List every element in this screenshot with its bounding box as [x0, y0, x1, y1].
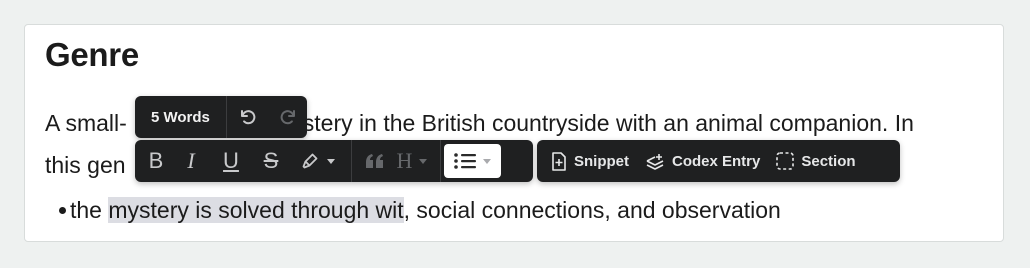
heading-button[interactable]: H: [390, 141, 434, 181]
list-item-rest: , social connections, and observation: [403, 197, 781, 223]
section-title: Genre: [45, 36, 139, 73]
bullet-list-button[interactable]: [444, 144, 501, 178]
toolbar-divider: [351, 140, 352, 182]
chevron-down-icon: [326, 158, 335, 164]
codex-entry-button[interactable]: Codex Entry: [637, 141, 768, 181]
highlighter-icon: [302, 153, 317, 169]
quote-icon: [366, 154, 383, 168]
toolbar-divider: [440, 140, 441, 182]
italic-button[interactable]: I: [171, 141, 211, 181]
word-count-toolbar: 5 Words: [135, 96, 307, 138]
insert-toolbar: Snippet Codex Entry Section: [537, 140, 900, 182]
strikethrough-button[interactable]: S: [251, 141, 291, 181]
redo-button[interactable]: [269, 96, 307, 138]
paragraph-line1-end: stery in the British countryside with an…: [302, 110, 914, 136]
bullet-dot: [59, 207, 66, 214]
redo-icon: [280, 110, 295, 125]
section-icon: [776, 152, 795, 170]
bold-button[interactable]: B: [141, 141, 171, 181]
codex-entry-icon: [646, 154, 664, 170]
selected-text[interactable]: mystery is solved through wit: [108, 197, 404, 223]
section-label: Section: [801, 152, 856, 170]
heading-label: H: [396, 148, 413, 173]
paragraph-line1-start: A small-: [45, 110, 127, 136]
quote-button[interactable]: [360, 141, 390, 181]
highlight-color-button[interactable]: [291, 141, 343, 181]
paragraph-line2-start: this gen: [45, 152, 126, 178]
undo-icon: [240, 110, 256, 125]
chevron-down-icon: [483, 158, 491, 164]
underline-button[interactable]: U: [211, 141, 251, 181]
snippet-label: Snippet: [574, 152, 629, 170]
list-item-lead: the: [70, 197, 109, 223]
list-item[interactable]: the mystery is solved through wit, socia…: [59, 190, 781, 230]
word-count: 5 Words: [151, 108, 210, 126]
codex-entry-label: Codex Entry: [672, 152, 761, 170]
bullet-list-icon: [454, 153, 476, 169]
undo-button[interactable]: [227, 96, 269, 138]
section-button[interactable]: Section: [768, 141, 863, 181]
snippet-icon: [552, 151, 566, 171]
snippet-button[interactable]: Snippet: [543, 141, 637, 181]
bullet-list: the mystery is solved through wit, socia…: [59, 190, 781, 230]
chevron-down-icon: [419, 158, 428, 164]
format-toolbar: B I U S H: [135, 140, 533, 182]
